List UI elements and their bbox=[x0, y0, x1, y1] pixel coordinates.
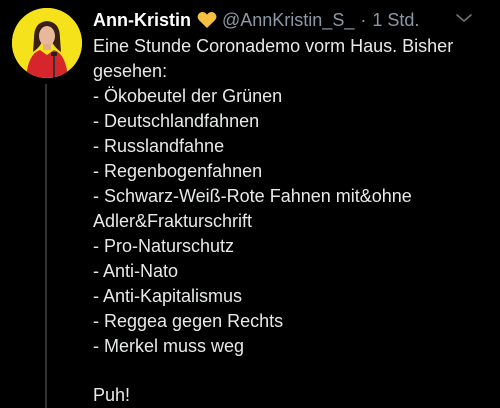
tweet-text-line: gesehen: bbox=[93, 61, 168, 81]
thread-line bbox=[45, 84, 47, 408]
tweet-header: Ann-Kristin @AnnKristin_S_ · 1 Std. bbox=[93, 7, 419, 33]
separator-dot: · bbox=[360, 10, 367, 30]
list-item: - Russlandfahne bbox=[93, 136, 225, 156]
chevron-down-icon[interactable] bbox=[454, 11, 474, 25]
list-item: - Deutschlandfahnen bbox=[93, 111, 260, 131]
list-item: - Anti-Nato bbox=[93, 261, 179, 281]
list-item: - Pro-Naturschutz bbox=[93, 236, 235, 256]
tweet-text-line: Eine Stunde Coronademo vorm Haus. Bisher bbox=[93, 36, 454, 56]
list-item: - Ökobeutel der Grünen bbox=[93, 86, 283, 106]
list-item: - Regenbogenfahnen bbox=[93, 161, 263, 181]
avatar[interactable] bbox=[12, 8, 82, 78]
yellow-heart-icon bbox=[197, 11, 217, 29]
tweet-closing-line: Puh! bbox=[93, 385, 131, 405]
tweet-text: Eine Stunde Coronademo vorm Haus. Bisher… bbox=[93, 34, 488, 408]
list-item: - Reggea gegen Rechts bbox=[93, 311, 284, 331]
list-item: - Schwarz-Weiß-Rote Fahnen mit&ohne bbox=[93, 186, 412, 206]
author-display-name[interactable]: Ann-Kristin bbox=[93, 7, 191, 33]
list-item: - Anti-Kapitalismus bbox=[93, 286, 243, 306]
avatar-image bbox=[12, 8, 82, 78]
author-handle[interactable]: @AnnKristin_S_ bbox=[222, 7, 354, 33]
list-item: Adler&Frakturschrift bbox=[93, 211, 253, 231]
tweet[interactable]: Ann-Kristin @AnnKristin_S_ · 1 Std. Eine… bbox=[0, 0, 500, 408]
tweet-timestamp[interactable]: 1 Std. bbox=[372, 7, 419, 33]
list-item: - Merkel muss weg bbox=[93, 336, 245, 356]
